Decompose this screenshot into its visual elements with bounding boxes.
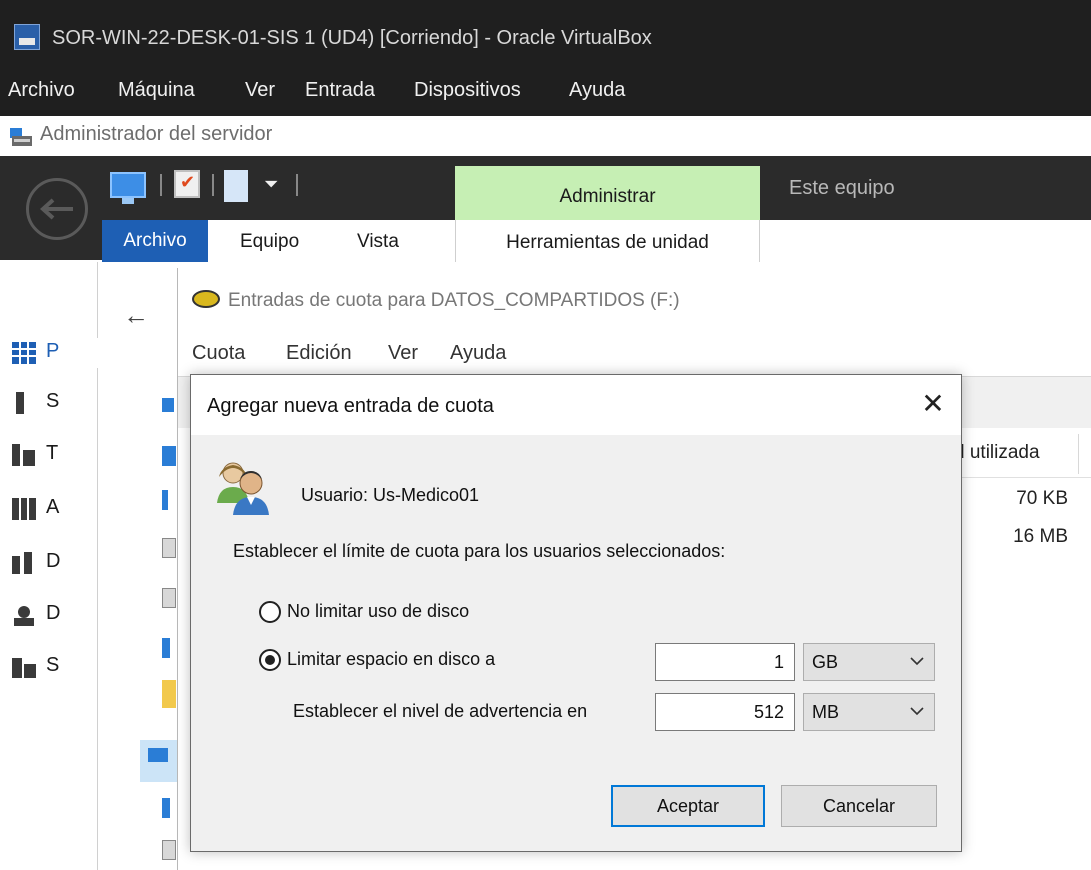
limit-value-field[interactable]: 1 [655, 643, 795, 681]
documents-icon[interactable] [162, 538, 176, 558]
menu-entrada[interactable]: Entrada [305, 79, 375, 102]
nav-item-label: P [46, 340, 60, 362]
screen: SOR-WIN-22-DESK-01-SIS 1 (UD4) [Corriend… [0, 0, 1091, 870]
accept-button[interactable]: Aceptar [611, 785, 765, 827]
server-manager-title: Administrador del servidor [40, 123, 273, 145]
tab-vista[interactable]: Vista [357, 220, 399, 262]
nav-item-label: A [46, 496, 60, 518]
set-limit-label: Establecer el límite de cuota para los u… [233, 541, 726, 561]
nav-item-label: D [46, 602, 61, 624]
properties-icon[interactable] [174, 170, 200, 198]
limit-unit-select[interactable]: GB [803, 643, 935, 681]
nav-item-label: S [46, 390, 60, 412]
dhcp-icon [14, 606, 34, 626]
quota-window-title: Entradas de cuota para DATOS_COMPARTIDOS… [228, 290, 680, 311]
limit-unit-value: GB [812, 652, 839, 672]
window-title: SOR-WIN-22-DESK-01-SIS 1 (UD4) [Corriend… [52, 27, 652, 49]
menu-ayuda[interactable]: Ayuda [450, 342, 506, 365]
nav-item-label: T [46, 442, 59, 464]
customize-toolbar-dropdown-icon[interactable]: ⏷ [264, 174, 278, 195]
nav-item-label: S [46, 654, 60, 676]
table-cell-used: 16 MB [1013, 526, 1068, 547]
column-header-used[interactable]: d utilizada [948, 428, 1091, 478]
virtualbox-title-bar: SOR-WIN-22-DESK-01-SIS 1 (UD4) [Corriend… [0, 0, 1091, 70]
desktop-icon[interactable] [162, 446, 176, 466]
drive-icon[interactable] [162, 840, 176, 860]
warning-level-label: Establecer el nivel de advertencia en [293, 701, 588, 721]
menu-maquina[interactable]: Máquina [118, 79, 195, 102]
menu-ver[interactable]: Ver [388, 342, 418, 365]
drive-icon[interactable] [162, 798, 170, 818]
tab-herramientas-de-unidad[interactable]: Herramientas de unidad [455, 220, 760, 262]
nav-item-label: D [46, 550, 61, 572]
back-button[interactable] [26, 178, 88, 240]
downloads-icon[interactable] [162, 490, 168, 510]
users-icon [217, 462, 269, 515]
quota-window-title-bar: Entradas de cuota para DATOS_COMPARTIDOS… [178, 268, 1091, 332]
toolbar-separator [212, 174, 214, 196]
ad-icon [12, 498, 36, 520]
column-header-label: d utilizada [954, 442, 1040, 463]
warning-unit-select[interactable]: MB [803, 693, 935, 731]
toolbar-separator [296, 174, 298, 196]
nav-item-dns[interactable]: D [12, 548, 102, 578]
add-quota-entry-dialog: Agregar nueva entrada de cuota ✕ Usuario… [190, 374, 962, 852]
virtualbox-icon [14, 24, 40, 50]
dialog-title-bar: Agregar nueva entrada de cuota ✕ [191, 375, 961, 435]
menu-dispositivos[interactable]: Dispositivos [414, 79, 521, 102]
warning-value-field[interactable]: 512 [655, 693, 795, 731]
menu-ayuda[interactable]: Ayuda [569, 79, 625, 102]
arrow-left-icon [40, 198, 73, 220]
menu-cuota[interactable]: Cuota [192, 342, 245, 365]
menu-archivo[interactable]: Archivo [8, 79, 75, 102]
new-folder-icon[interactable] [224, 170, 248, 202]
nav-item-server[interactable]: S [12, 388, 102, 418]
column-divider[interactable] [1078, 434, 1079, 474]
network-icon[interactable] [162, 638, 170, 658]
tab-equipo[interactable]: Equipo [240, 220, 300, 262]
quick-access-icon[interactable] [162, 398, 174, 412]
nav-item-servers[interactable]: T [12, 440, 102, 470]
virtualbox-menu-bar: Archivo Máquina Ver Entrada Dispositivos… [0, 70, 1091, 116]
chevron-down-icon [910, 707, 924, 716]
radio-limit[interactable] [259, 649, 281, 671]
close-icon[interactable]: ✕ [913, 385, 953, 425]
dashboard-grid-icon [12, 342, 36, 364]
server-manager-title-bar: Administrador del servidor [0, 116, 1091, 156]
radio-no-limit-label[interactable]: No limitar uso de disco [287, 601, 469, 622]
location-label: Este equipo [789, 177, 895, 199]
pictures-icon[interactable] [162, 588, 176, 608]
toolbar-separator [160, 174, 162, 196]
server-manager-icon [10, 128, 32, 146]
dialog-title: Agregar nueva entrada de cuota [207, 395, 494, 417]
tab-administrar[interactable]: Administrar [455, 166, 760, 220]
explorer-back-arrow-icon[interactable]: ← [123, 300, 149, 331]
servers-icon [12, 444, 35, 466]
table-cell-used: 70 KB [1016, 488, 1068, 509]
radio-no-limit[interactable] [259, 601, 281, 623]
server-icon [16, 392, 24, 414]
tab-archivo[interactable]: Archivo [102, 220, 208, 262]
quota-menu-bar: Cuota Edición Ver Ayuda [178, 332, 1091, 376]
chevron-down-icon [910, 657, 924, 666]
user-label: Usuario: Us-Medico01 [301, 485, 480, 505]
nav-item-panel[interactable]: P [0, 338, 98, 368]
disk-icon [192, 290, 220, 308]
dns-icon [12, 552, 32, 574]
warning-unit-value: MB [812, 702, 839, 722]
storage-icon [12, 658, 36, 678]
cancel-button[interactable]: Cancelar [781, 785, 937, 827]
nav-item-dhcp[interactable]: D [12, 600, 102, 630]
menu-ver[interactable]: Ver [245, 79, 275, 102]
nav-item-ad[interactable]: A [12, 494, 102, 524]
menu-edicion[interactable]: Edición [286, 342, 352, 365]
computer-icon[interactable] [110, 172, 146, 204]
radio-limit-label[interactable]: Limitar espacio en disco a [287, 649, 495, 670]
nav-item-storage[interactable]: S [12, 652, 102, 682]
folder-icon[interactable] [162, 680, 176, 708]
this-pc-icon [148, 748, 168, 762]
